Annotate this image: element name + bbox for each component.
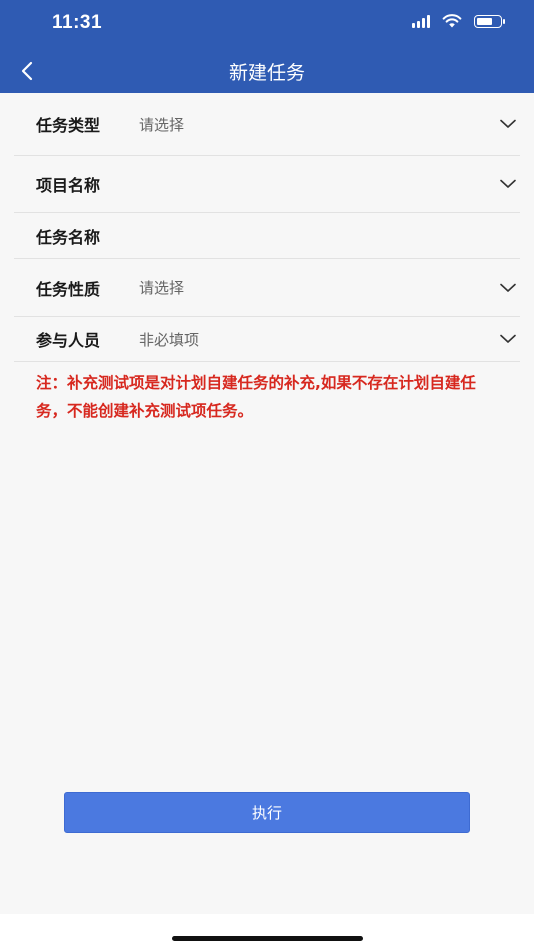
status-time: 11:31 (52, 12, 103, 33)
field-label: 参与人员 (36, 331, 101, 350)
app-header: 11:31 新建任务 (0, 0, 534, 93)
warning-note: 注：补充测试项是对计划自建任务的补充,如果不存在计划自建任务，不能创建补充测试项… (36, 374, 476, 420)
field-value: 请选择 (139, 279, 185, 297)
wifi-icon (442, 14, 462, 28)
page-title: 新建任务 (228, 62, 305, 84)
chevron-down-icon (500, 119, 516, 128)
execute-button[interactable]: 执行 (64, 792, 470, 833)
field-label: 项目名称 (36, 176, 101, 195)
chevron-down-icon (500, 179, 516, 188)
task-type-select[interactable]: 任务类型 请选择 (14, 93, 520, 156)
battery-icon (474, 14, 505, 28)
cellular-signal-icon (412, 14, 430, 28)
field-value: 请选择 (139, 115, 185, 134)
project-name-select[interactable]: 项目名称 (14, 156, 520, 213)
home-indicator (172, 936, 363, 941)
chevron-down-icon (500, 283, 516, 292)
field-value: 非必填项 (139, 330, 200, 349)
bottom-safe-area (0, 914, 534, 950)
field-label: 任务名称 (36, 227, 101, 247)
task-nature-select[interactable]: 任务性质 请选择 (14, 259, 520, 317)
chevron-down-icon (500, 334, 516, 343)
task-name-input[interactable]: 任务名称 (14, 213, 520, 259)
participants-select[interactable]: 参与人员 非必填项 (14, 317, 520, 362)
field-label: 任务类型 (36, 116, 101, 135)
status-icons (412, 14, 505, 28)
task-form: 任务类型 请选择 项目名称 任务名称 任务性质 请选择 参与人员 非必填项 (14, 93, 520, 362)
field-label: 任务性质 (36, 279, 101, 299)
